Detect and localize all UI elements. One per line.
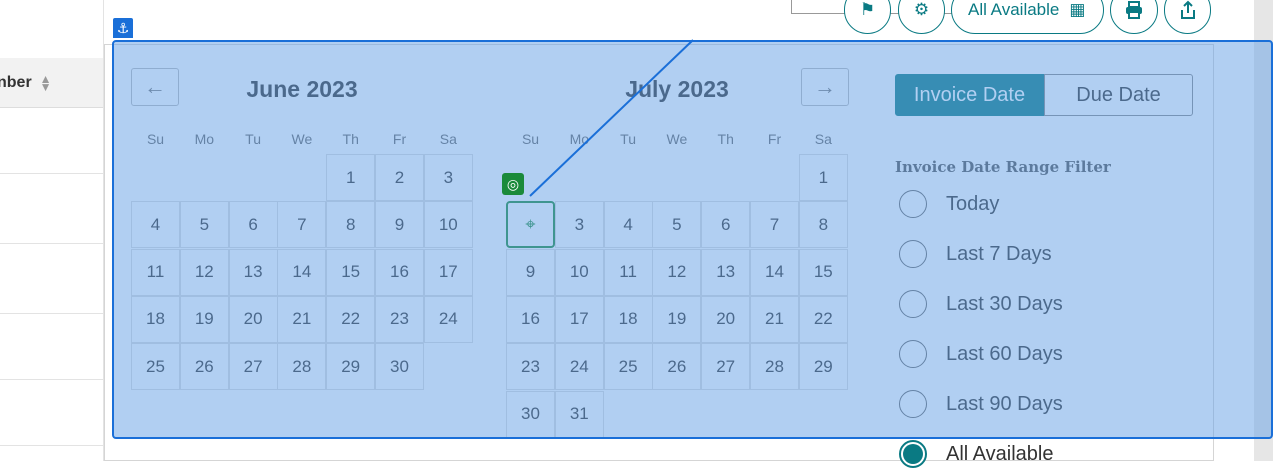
range-option[interactable]: All Available: [899, 440, 1053, 468]
row-divider: [0, 445, 104, 446]
date-range-button[interactable]: All Available ▦: [951, 0, 1104, 34]
sort-icon[interactable]: ▲ ▼: [40, 73, 52, 93]
printer-icon: [1126, 1, 1142, 19]
target-badge-icon: ◎: [502, 173, 524, 195]
flag-button[interactable]: ⚑: [844, 0, 891, 34]
radio-button[interactable]: [899, 440, 927, 468]
table-header-label: nber: [0, 73, 32, 91]
date-range-label: All Available: [968, 0, 1060, 19]
gear-icon: ⚙: [913, 0, 930, 19]
print-button[interactable]: [1110, 0, 1158, 34]
flag-icon: ⚑: [859, 0, 876, 19]
row-divider: [0, 379, 104, 380]
share-icon: [1180, 0, 1195, 19]
row-divider: [0, 173, 104, 174]
table-header-number[interactable]: nber ▲ ▼: [0, 58, 104, 108]
anchor-icon: ⚓: [113, 18, 133, 38]
range-option-label: All Available: [946, 442, 1054, 465]
calendar-icon: ▦: [1069, 0, 1086, 19]
background-table: nber ▲ ▼: [0, 58, 104, 461]
settings-button[interactable]: ⚙: [898, 0, 945, 34]
row-divider: [0, 243, 104, 244]
selection-overlay: [112, 40, 1273, 439]
row-divider: [0, 313, 104, 314]
share-button[interactable]: [1164, 0, 1211, 34]
